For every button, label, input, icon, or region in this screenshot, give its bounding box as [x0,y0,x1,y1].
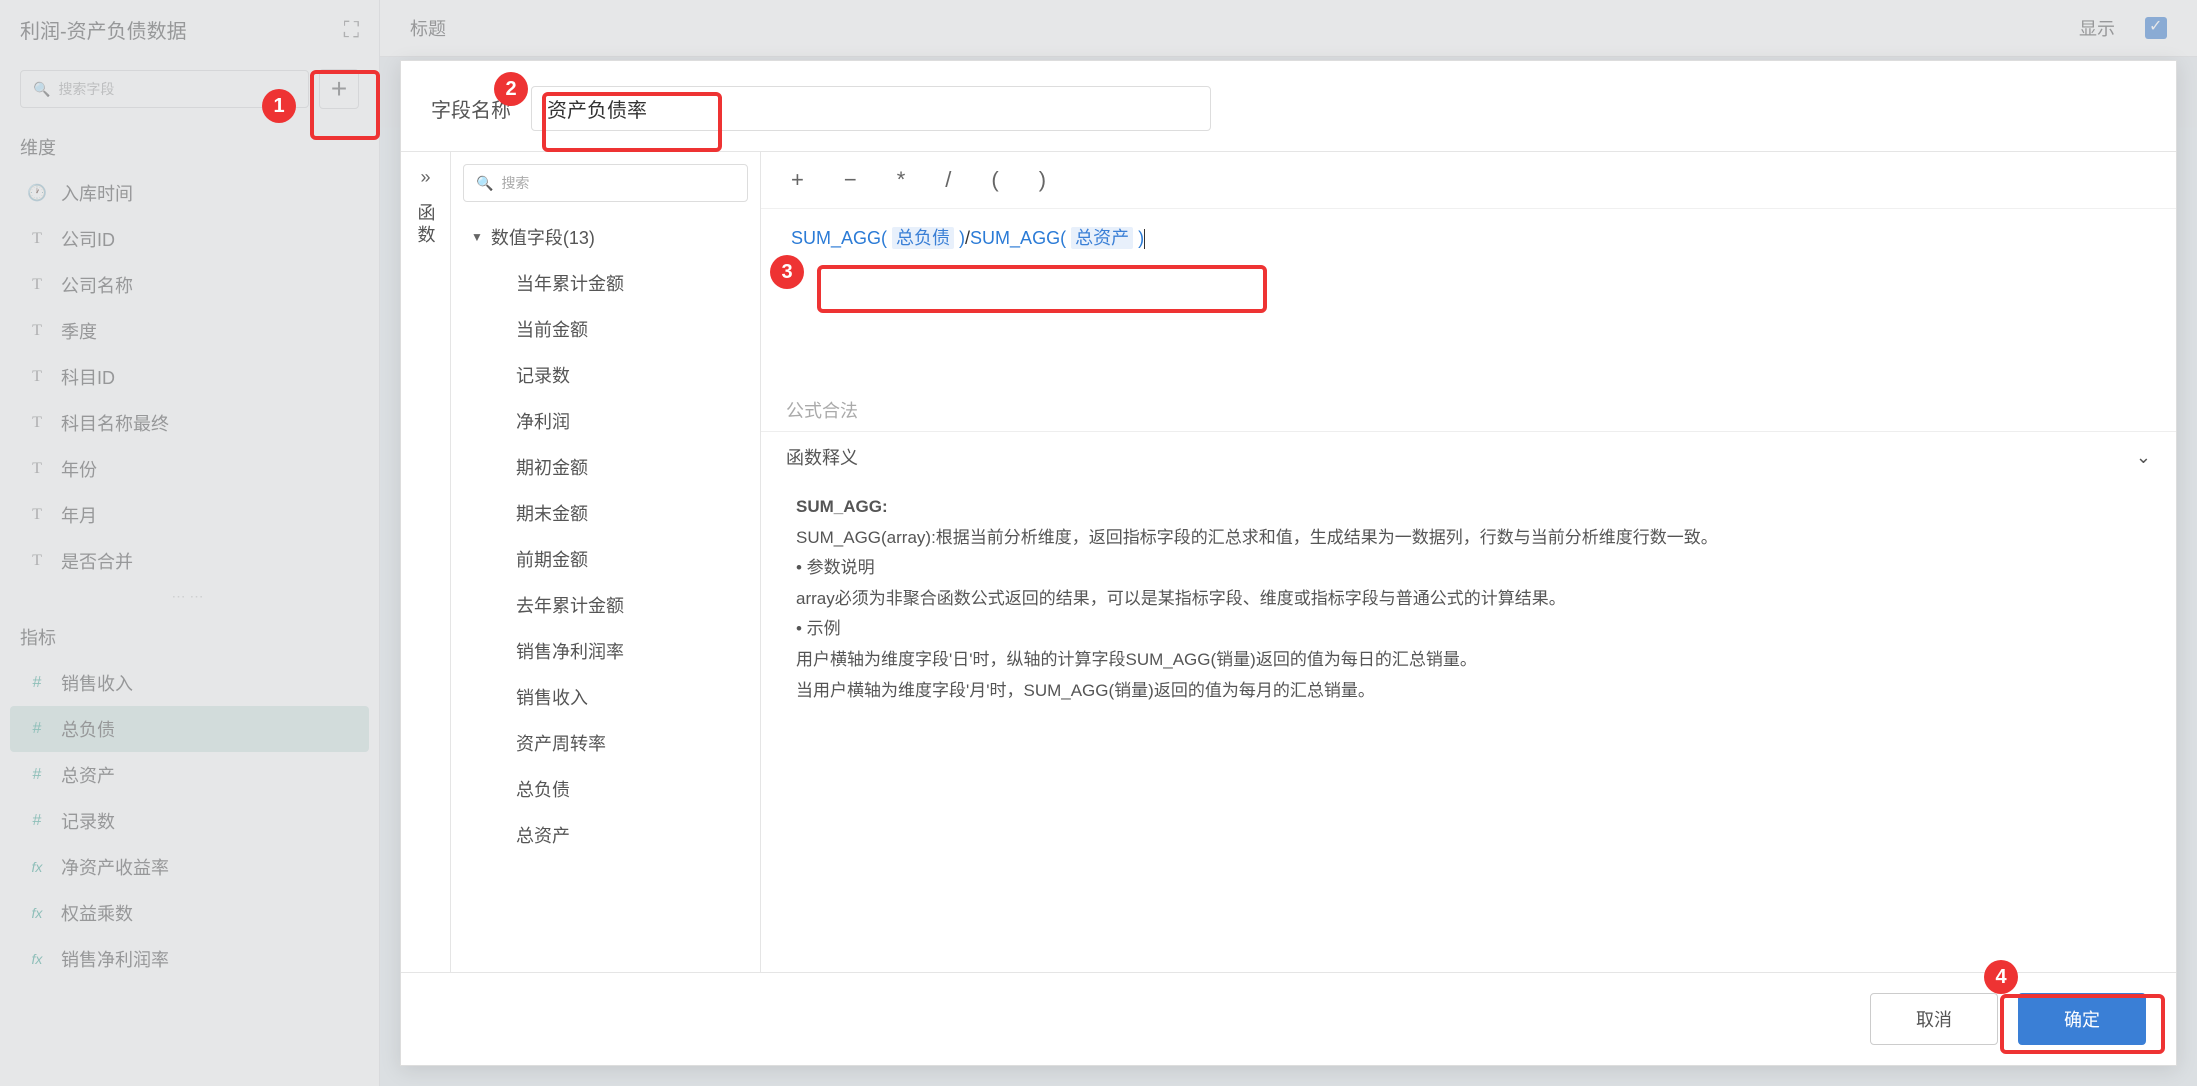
cursor [1144,229,1145,249]
tree-root-label: 数值字段(13) [491,224,595,250]
help-header[interactable]: 函数释义 ⌄ [761,431,2176,482]
operator-button[interactable]: * [897,167,906,193]
help-fn-name: SUM_AGG: [796,492,2141,523]
function-tab-label: 函数 [413,203,439,247]
help-example-title: • 示例 [796,614,2141,645]
operator-button[interactable]: ( [991,167,998,193]
operator-button[interactable]: ) [1039,167,1046,193]
function-tab[interactable]: » 函数 [401,152,451,972]
help-example-2: 当用户横轴为维度字段'月'时，SUM_AGG(销量)返回的值为每月的汇总销量。 [796,676,2141,707]
formula-toolbar: + − * / () [761,152,2176,209]
formula-token: ) [1133,228,1144,248]
operator-button[interactable]: − [844,167,857,193]
field-name-label: 字段名称 [431,94,511,123]
formula-field-token: 总资产 [1071,227,1133,249]
tree-child-item[interactable]: 期末金额 [466,490,745,536]
modal-header: 字段名称 [401,61,2176,151]
tree-child-item[interactable]: 期初金额 [466,444,745,490]
tree-child-item[interactable]: 总资产 [466,812,745,858]
caret-down-icon: ▼ [471,230,483,244]
cancel-button[interactable]: 取消 [1870,993,1998,1045]
formula-token: SUM_AGG [970,228,1060,248]
field-name-input[interactable] [531,86,1211,131]
help-param-desc: array必须为非聚合函数公式返回的结果，可以是某指标字段、维度或指标字段与普通… [796,584,2141,615]
modal-footer: 取消 确定 [401,973,2176,1065]
formula-editor[interactable]: SUM_AGG( 总负债 )/SUM_AGG( 总资产 ) [761,209,2176,389]
formula-token: ( [1060,228,1071,248]
tree-child-item[interactable]: 总负债 [466,766,745,812]
help-param-title: • 参数说明 [796,553,2141,584]
formula-token: SUM_AGG [791,228,881,248]
formula-status: 公式合法 [761,389,2176,431]
help-body: SUM_AGG: SUM_AGG(array):根据当前分析维度，返回指标字段的… [761,482,2176,726]
field-panel: 🔍 搜索 ▼ 数值字段(13) 当年累计金额当前金额记录数净利润期初金额期末金额… [451,152,761,972]
tree-child-item[interactable]: 净利润 [466,398,745,444]
calculated-field-modal: 字段名称 » 函数 🔍 搜索 ▼ 数值字段(13) 当年累计金额当前金额记录数净… [400,60,2177,1066]
help-desc: SUM_AGG(array):根据当前分析维度，返回指标字段的汇总求和值，生成结… [796,523,2141,554]
tree-child-item[interactable]: 资产周转率 [466,720,745,766]
formula-token: ) [954,228,965,248]
help-header-label: 函数释义 [786,444,858,470]
expand-icon[interactable]: » [411,167,440,188]
tree-child-item[interactable]: 当年累计金额 [466,260,745,306]
chevron-down-icon: ⌄ [2136,447,2151,468]
search-icon: 🔍 [476,175,493,192]
tree-child-item[interactable]: 记录数 [466,352,745,398]
tree-child-item[interactable]: 销售净利润率 [466,628,745,674]
formula-field-token: 总负债 [892,227,954,249]
tree-root-node[interactable]: ▼ 数值字段(13) [466,214,745,260]
help-example-1: 用户横轴为维度字段'日'时，纵轴的计算字段SUM_AGG(销量)返回的值为每日的… [796,645,2141,676]
operator-button[interactable]: + [791,167,804,193]
tree-child-item[interactable]: 去年累计金额 [466,582,745,628]
field-search-placeholder: 搜索 [501,173,529,193]
tree-child-item[interactable]: 销售收入 [466,674,745,720]
field-tree: ▼ 数值字段(13) 当年累计金额当前金额记录数净利润期初金额期末金额前期金额去… [451,214,760,972]
tree-child-item[interactable]: 前期金额 [466,536,745,582]
confirm-button[interactable]: 确定 [2018,993,2146,1045]
tree-child-item[interactable]: 当前金额 [466,306,745,352]
field-search-input[interactable]: 🔍 搜索 [463,164,748,202]
operator-button[interactable]: / [945,167,951,193]
modal-body: » 函数 🔍 搜索 ▼ 数值字段(13) 当年累计金额当前金额记录数净利润期初金… [401,151,2176,973]
formula-token: ( [881,228,892,248]
formula-panel: + − * / () SUM_AGG( 总负债 )/SUM_AGG( 总资产 ) 公式合… [761,152,2176,972]
